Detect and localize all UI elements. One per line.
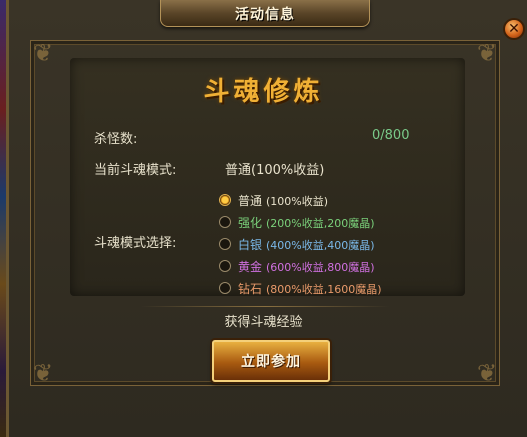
kill-count-label: 杀怪数: bbox=[94, 132, 138, 147]
corner-ornament-icon: ❦ bbox=[476, 359, 498, 387]
mode-option-desc: (600%收益,800魔晶) bbox=[266, 261, 375, 274]
mode-option-desc: (800%收益,1600魔晶) bbox=[266, 283, 382, 296]
mode-option[interactable]: 黄金 (600%收益,800魔晶) bbox=[216, 257, 406, 275]
window-title: 活动信息 bbox=[235, 7, 295, 23]
close-button[interactable]: ✕ bbox=[503, 18, 525, 40]
mode-radio[interactable] bbox=[219, 260, 231, 272]
window-title-bar: 活动信息 bbox=[160, 0, 370, 27]
mode-radio[interactable] bbox=[219, 194, 231, 206]
divider bbox=[140, 306, 390, 307]
mode-radio[interactable] bbox=[219, 238, 231, 250]
corner-ornament-icon: ❦ bbox=[32, 39, 54, 67]
mode-option[interactable]: 白银 (400%收益,400魔晶) bbox=[216, 235, 406, 253]
mode-radio[interactable] bbox=[219, 216, 231, 228]
gain-experience-text: 获得斗魂经验 bbox=[224, 315, 303, 330]
page-title: 斗魂修炼 bbox=[203, 77, 324, 107]
mode-option-name: 黄金 bbox=[238, 260, 263, 274]
mode-radio[interactable] bbox=[219, 282, 231, 294]
mode-option-name: 普通 bbox=[238, 194, 263, 208]
mode-option[interactable]: 普通 (100%收益) bbox=[216, 191, 406, 209]
corner-ornament-icon: ❦ bbox=[32, 359, 54, 387]
mode-option-desc: (200%收益,200魔晶) bbox=[266, 217, 375, 230]
mode-option-name: 白银 bbox=[238, 238, 263, 252]
mode-select-label: 斗魂模式选择: bbox=[94, 236, 177, 251]
corner-ornament-icon: ❦ bbox=[476, 39, 498, 67]
mode-option-desc: (400%收益,400魔晶) bbox=[266, 239, 375, 252]
current-mode-value: 普通(100%收益) bbox=[225, 163, 325, 178]
kill-count-value: 0/800 bbox=[372, 128, 410, 143]
join-now-button[interactable]: 立即参加 bbox=[212, 340, 330, 382]
current-mode-label: 当前斗魂模式: bbox=[94, 163, 177, 178]
mode-option[interactable]: 钻石 (800%收益,1600魔晶) bbox=[216, 279, 406, 297]
mode-option-name: 钻石 bbox=[238, 282, 263, 296]
mode-option[interactable]: 强化 (200%收益,200魔晶) bbox=[216, 213, 406, 231]
close-icon: ✕ bbox=[508, 21, 520, 37]
mode-option-name: 强化 bbox=[238, 216, 263, 230]
mode-option-desc: (100%收益) bbox=[266, 195, 329, 208]
